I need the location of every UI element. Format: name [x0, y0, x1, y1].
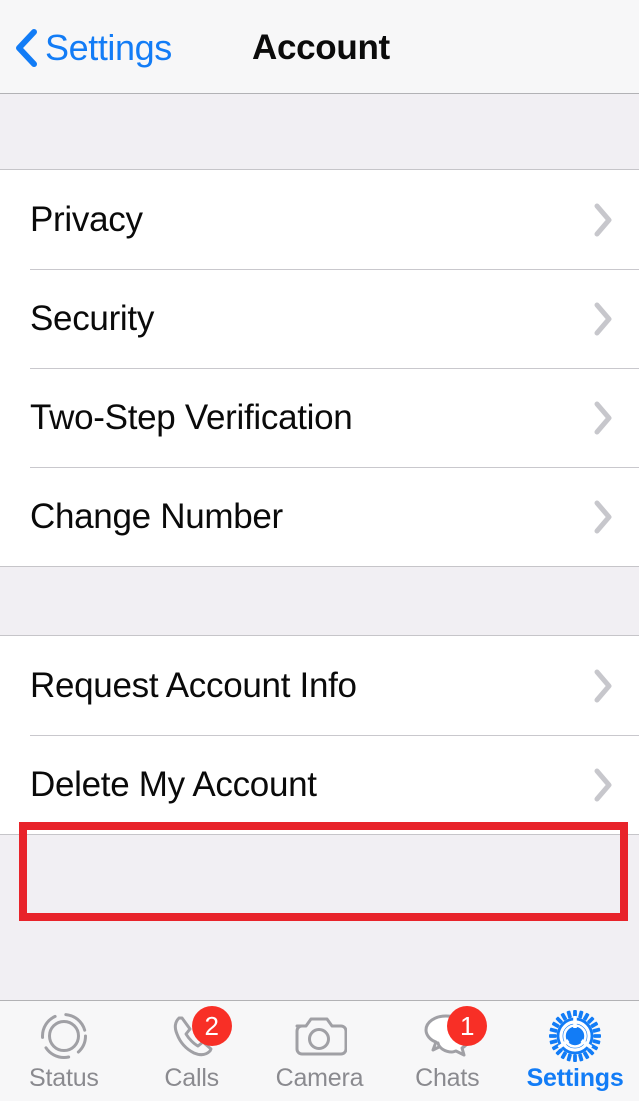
tab-status[interactable]: Status: [0, 1001, 128, 1101]
settings-list[interactable]: Privacy Security Two-Step Verification C…: [0, 94, 639, 1000]
tab-camera[interactable]: Camera: [256, 1001, 384, 1101]
settings-row-two-step-verification[interactable]: Two-Step Verification: [0, 368, 639, 467]
tab-label: Status: [29, 1064, 99, 1092]
page-title: Account: [252, 28, 390, 67]
row-label: Delete My Account: [30, 765, 317, 804]
row-label: Request Account Info: [30, 666, 357, 705]
row-label: Change Number: [30, 497, 283, 536]
group-spacer-top: [0, 94, 639, 170]
tab-calls[interactable]: 2 Calls: [128, 1001, 256, 1101]
chevron-right-icon: [594, 669, 612, 702]
chevron-right-icon: [594, 401, 612, 434]
row-label: Security: [30, 299, 155, 338]
settings-row-request-account-info[interactable]: Request Account Info: [0, 636, 639, 735]
tab-label: Settings: [526, 1064, 624, 1092]
gear-icon: [547, 1010, 603, 1062]
back-button-settings[interactable]: Settings: [14, 22, 172, 74]
account-data-group: Request Account Info Delete My Account: [0, 636, 639, 834]
chat-bubbles-icon: 1: [419, 1006, 488, 1062]
chevron-right-icon: [594, 768, 612, 801]
chevron-right-icon: [594, 302, 612, 335]
navigation-bar: Settings Account: [0, 0, 639, 94]
chevron-left-icon: [16, 29, 37, 67]
camera-icon: [291, 1010, 348, 1062]
chevron-right-icon: [594, 500, 612, 533]
tab-chats[interactable]: 1 Chats: [383, 1001, 511, 1101]
settings-row-change-number[interactable]: Change Number: [0, 467, 639, 566]
tab-settings[interactable]: Settings: [511, 1001, 639, 1101]
chats-badge: 1: [447, 1006, 488, 1046]
phone-icon: 2: [164, 1006, 232, 1062]
settings-row-security[interactable]: Security: [0, 269, 639, 368]
tab-label: Calls: [164, 1064, 219, 1092]
tab-label: Camera: [275, 1064, 364, 1092]
status-ring-icon: [36, 1010, 92, 1062]
row-label: Two-Step Verification: [30, 398, 353, 437]
back-button-label: Settings: [45, 27, 172, 68]
tab-label: Chats: [415, 1064, 480, 1092]
settings-row-delete-my-account[interactable]: Delete My Account: [0, 735, 639, 834]
app-screen: Settings Account Privacy Security Two-St…: [0, 0, 639, 1101]
group-spacer-middle: [0, 566, 639, 636]
chevron-right-icon: [594, 203, 612, 236]
row-label: Privacy: [30, 200, 143, 239]
tab-bar: Status 2 Calls Camera 1 Chats Settings: [0, 1000, 639, 1101]
account-settings-group: Privacy Security Two-Step Verification C…: [0, 170, 639, 566]
settings-row-privacy[interactable]: Privacy: [0, 170, 639, 269]
group-spacer-bottom: [0, 834, 639, 994]
calls-badge: 2: [191, 1006, 232, 1046]
